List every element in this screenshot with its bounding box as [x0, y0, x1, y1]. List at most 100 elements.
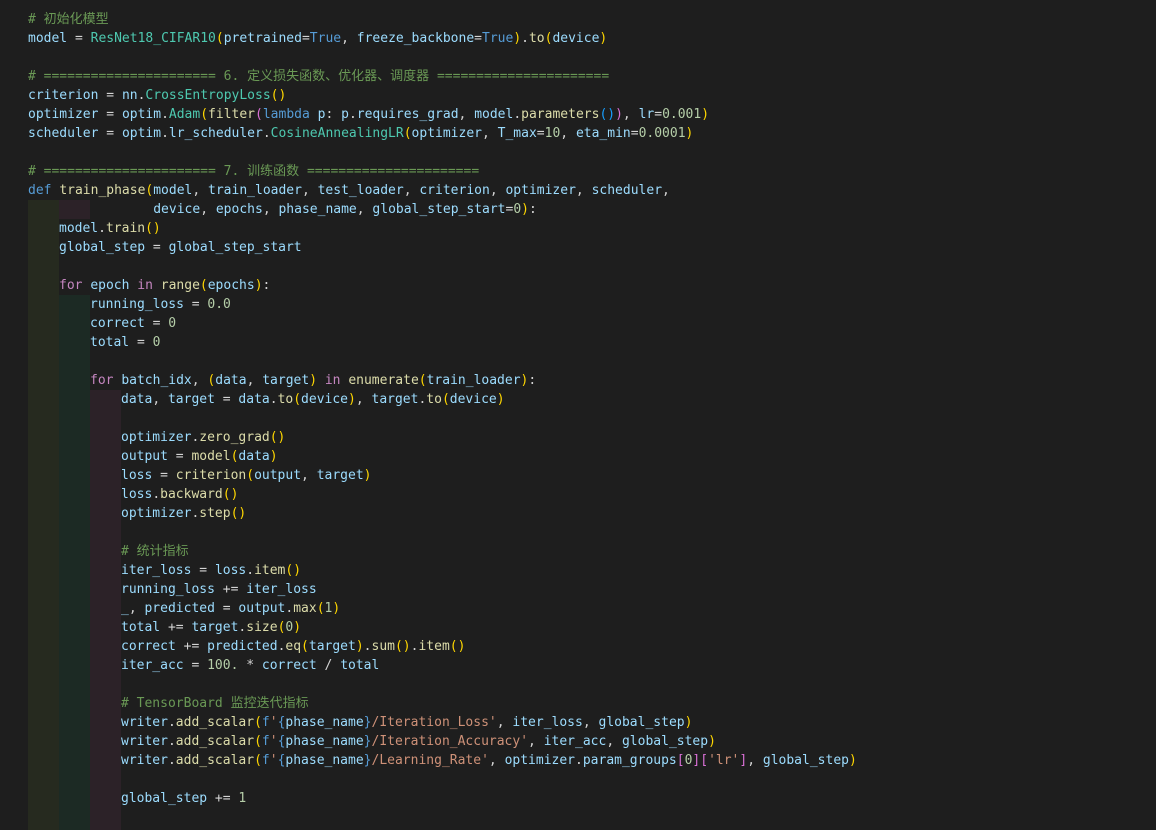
code-line[interactable]: total = 0: [90, 333, 160, 352]
code-token: model: [59, 221, 99, 236]
code-token: criterion: [419, 183, 490, 198]
code-token: epoch: [90, 278, 130, 293]
code-line[interactable]: global_step = global_step_start: [59, 238, 302, 257]
code-token: for: [90, 373, 114, 388]
code-line[interactable]: output = model(data): [121, 447, 278, 466]
code-token: # TensorBoard 监控迭代指标: [121, 696, 309, 711]
code-token: (): [222, 487, 239, 502]
code-token: ): [521, 202, 529, 217]
code-token: optim: [121, 126, 162, 141]
code-token: add_scalar: [175, 715, 255, 730]
code-token: target: [308, 639, 356, 654]
code-line[interactable]: _, predicted = output.max(1): [121, 599, 340, 618]
code-token: model: [191, 449, 231, 464]
code-line[interactable]: data, target = data.to(device), target.t…: [121, 390, 505, 409]
code-token: 0: [168, 316, 177, 331]
code-line[interactable]: total += target.size(0): [121, 618, 301, 637]
indent-guide: [28, 219, 59, 830]
code-token: Adam: [168, 107, 201, 122]
code-line[interactable]: running_loss += iter_loss: [121, 580, 317, 599]
code-line[interactable]: # TensorBoard 监控迭代指标: [121, 694, 309, 713]
code-line[interactable]: # ====================== 6. 定义损失函数、优化器、调…: [28, 67, 609, 86]
code-line[interactable]: criterion = nn.CrossEntropyLoss(): [28, 86, 286, 105]
code-line[interactable]: for epoch in range(epochs):: [59, 276, 270, 295]
code-line[interactable]: device, epochs, phase_name, global_step_…: [28, 200, 537, 219]
code-token: target: [371, 392, 419, 407]
code-token: (): [599, 107, 616, 122]
code-token: ): [684, 715, 693, 730]
code-token: # ====================== 6. 定义损失函数、优化器、调…: [28, 69, 610, 84]
code-token: +=: [214, 582, 247, 597]
code-token: global_step: [121, 791, 208, 806]
code-token: data: [121, 392, 153, 407]
code-line[interactable]: # 初始化模型: [28, 10, 109, 29]
code-token: .: [269, 392, 278, 407]
code-token: (): [285, 563, 302, 578]
code-line[interactable]: optimizer.step(): [121, 504, 246, 523]
code-token: scheduler: [591, 183, 663, 198]
code-line[interactable]: scheduler = optim.lr_scheduler.CosineAnn…: [28, 124, 693, 143]
code-token: ,: [662, 183, 670, 198]
code-line[interactable]: iter_acc = 100. * correct / total: [121, 656, 379, 675]
code-token: (): [269, 430, 286, 445]
code-line[interactable]: for batch_idx, (data, target) in enumera…: [90, 371, 536, 390]
code-token: ,: [482, 126, 498, 141]
code-token: ,: [489, 183, 506, 198]
code-token: writer: [121, 753, 168, 768]
code-token: .: [161, 107, 169, 122]
code-token: +=: [160, 620, 192, 635]
code-line[interactable]: optimizer.zero_grad(): [121, 428, 285, 447]
code-token: .: [167, 753, 176, 768]
code-token: pretrained: [223, 31, 302, 46]
code-token: item: [418, 639, 450, 654]
code-token: ): [513, 31, 522, 46]
code-token: .: [246, 563, 255, 578]
code-token: ): [599, 31, 608, 46]
code-token: lr_scheduler: [168, 126, 263, 141]
code-line[interactable]: loss.backward(): [121, 485, 238, 504]
code-line[interactable]: loss = criterion(output, target): [121, 466, 372, 485]
code-token: predicted: [207, 639, 278, 654]
code-token: =: [145, 240, 169, 255]
code-token: ,: [496, 715, 513, 730]
code-token: train_loader: [208, 183, 302, 198]
code-line[interactable]: model.train(): [59, 219, 161, 238]
code-line[interactable]: model = ResNet18_CIFAR10(pretrained=True…: [28, 29, 607, 48]
code-token: /: [316, 658, 341, 673]
code-token: (): [394, 639, 411, 654]
code-line[interactable]: iter_loss = loss.item(): [121, 561, 301, 580]
code-line[interactable]: correct = 0: [90, 314, 176, 333]
code-token: lambda: [262, 107, 310, 122]
code-token: iter_loss: [246, 582, 317, 597]
code-line[interactable]: writer.add_scalar(f'{phase_name}/Iterati…: [121, 713, 692, 732]
code-token: total: [121, 620, 161, 635]
code-line[interactable]: # 统计指标: [121, 542, 189, 561]
code-line[interactable]: def train_phase(model, train_loader, tes…: [28, 181, 670, 200]
code-token: zero_grad: [199, 430, 270, 445]
code-token: True: [482, 31, 514, 46]
code-token: =: [301, 31, 310, 46]
code-line[interactable]: global_step += 1: [121, 789, 246, 808]
code-line[interactable]: running_loss = 0.0: [90, 295, 231, 314]
code-line[interactable]: writer.add_scalar(f'{phase_name}/Iterati…: [121, 732, 716, 751]
code-token: global_step: [762, 753, 849, 768]
code-line[interactable]: optimizer = optim.Adam(filter(lambda p: …: [28, 105, 709, 124]
code-line[interactable]: writer.add_scalar(f'{phase_name}/Learnin…: [121, 751, 857, 770]
code-line[interactable]: correct += predicted.eq(target).sum().it…: [121, 637, 465, 656]
code-token: .: [167, 715, 176, 730]
code-token: =: [214, 601, 239, 616]
code-token: output: [238, 601, 286, 616]
code-token: =: [144, 316, 169, 331]
code-token: (: [246, 468, 255, 483]
code-token: p: [341, 107, 349, 122]
code-token: output: [121, 449, 168, 464]
code-token: f: [261, 715, 270, 730]
code-line[interactable]: # ====================== 7. 训练函数 =======…: [28, 162, 479, 181]
code-token: T_max: [497, 126, 537, 141]
code-token: to: [277, 392, 294, 407]
code-token: =: [630, 126, 639, 141]
code-editor[interactable]: # 初始化模型 model = ResNet18_CIFAR10(pretrain…: [0, 0, 1156, 830]
